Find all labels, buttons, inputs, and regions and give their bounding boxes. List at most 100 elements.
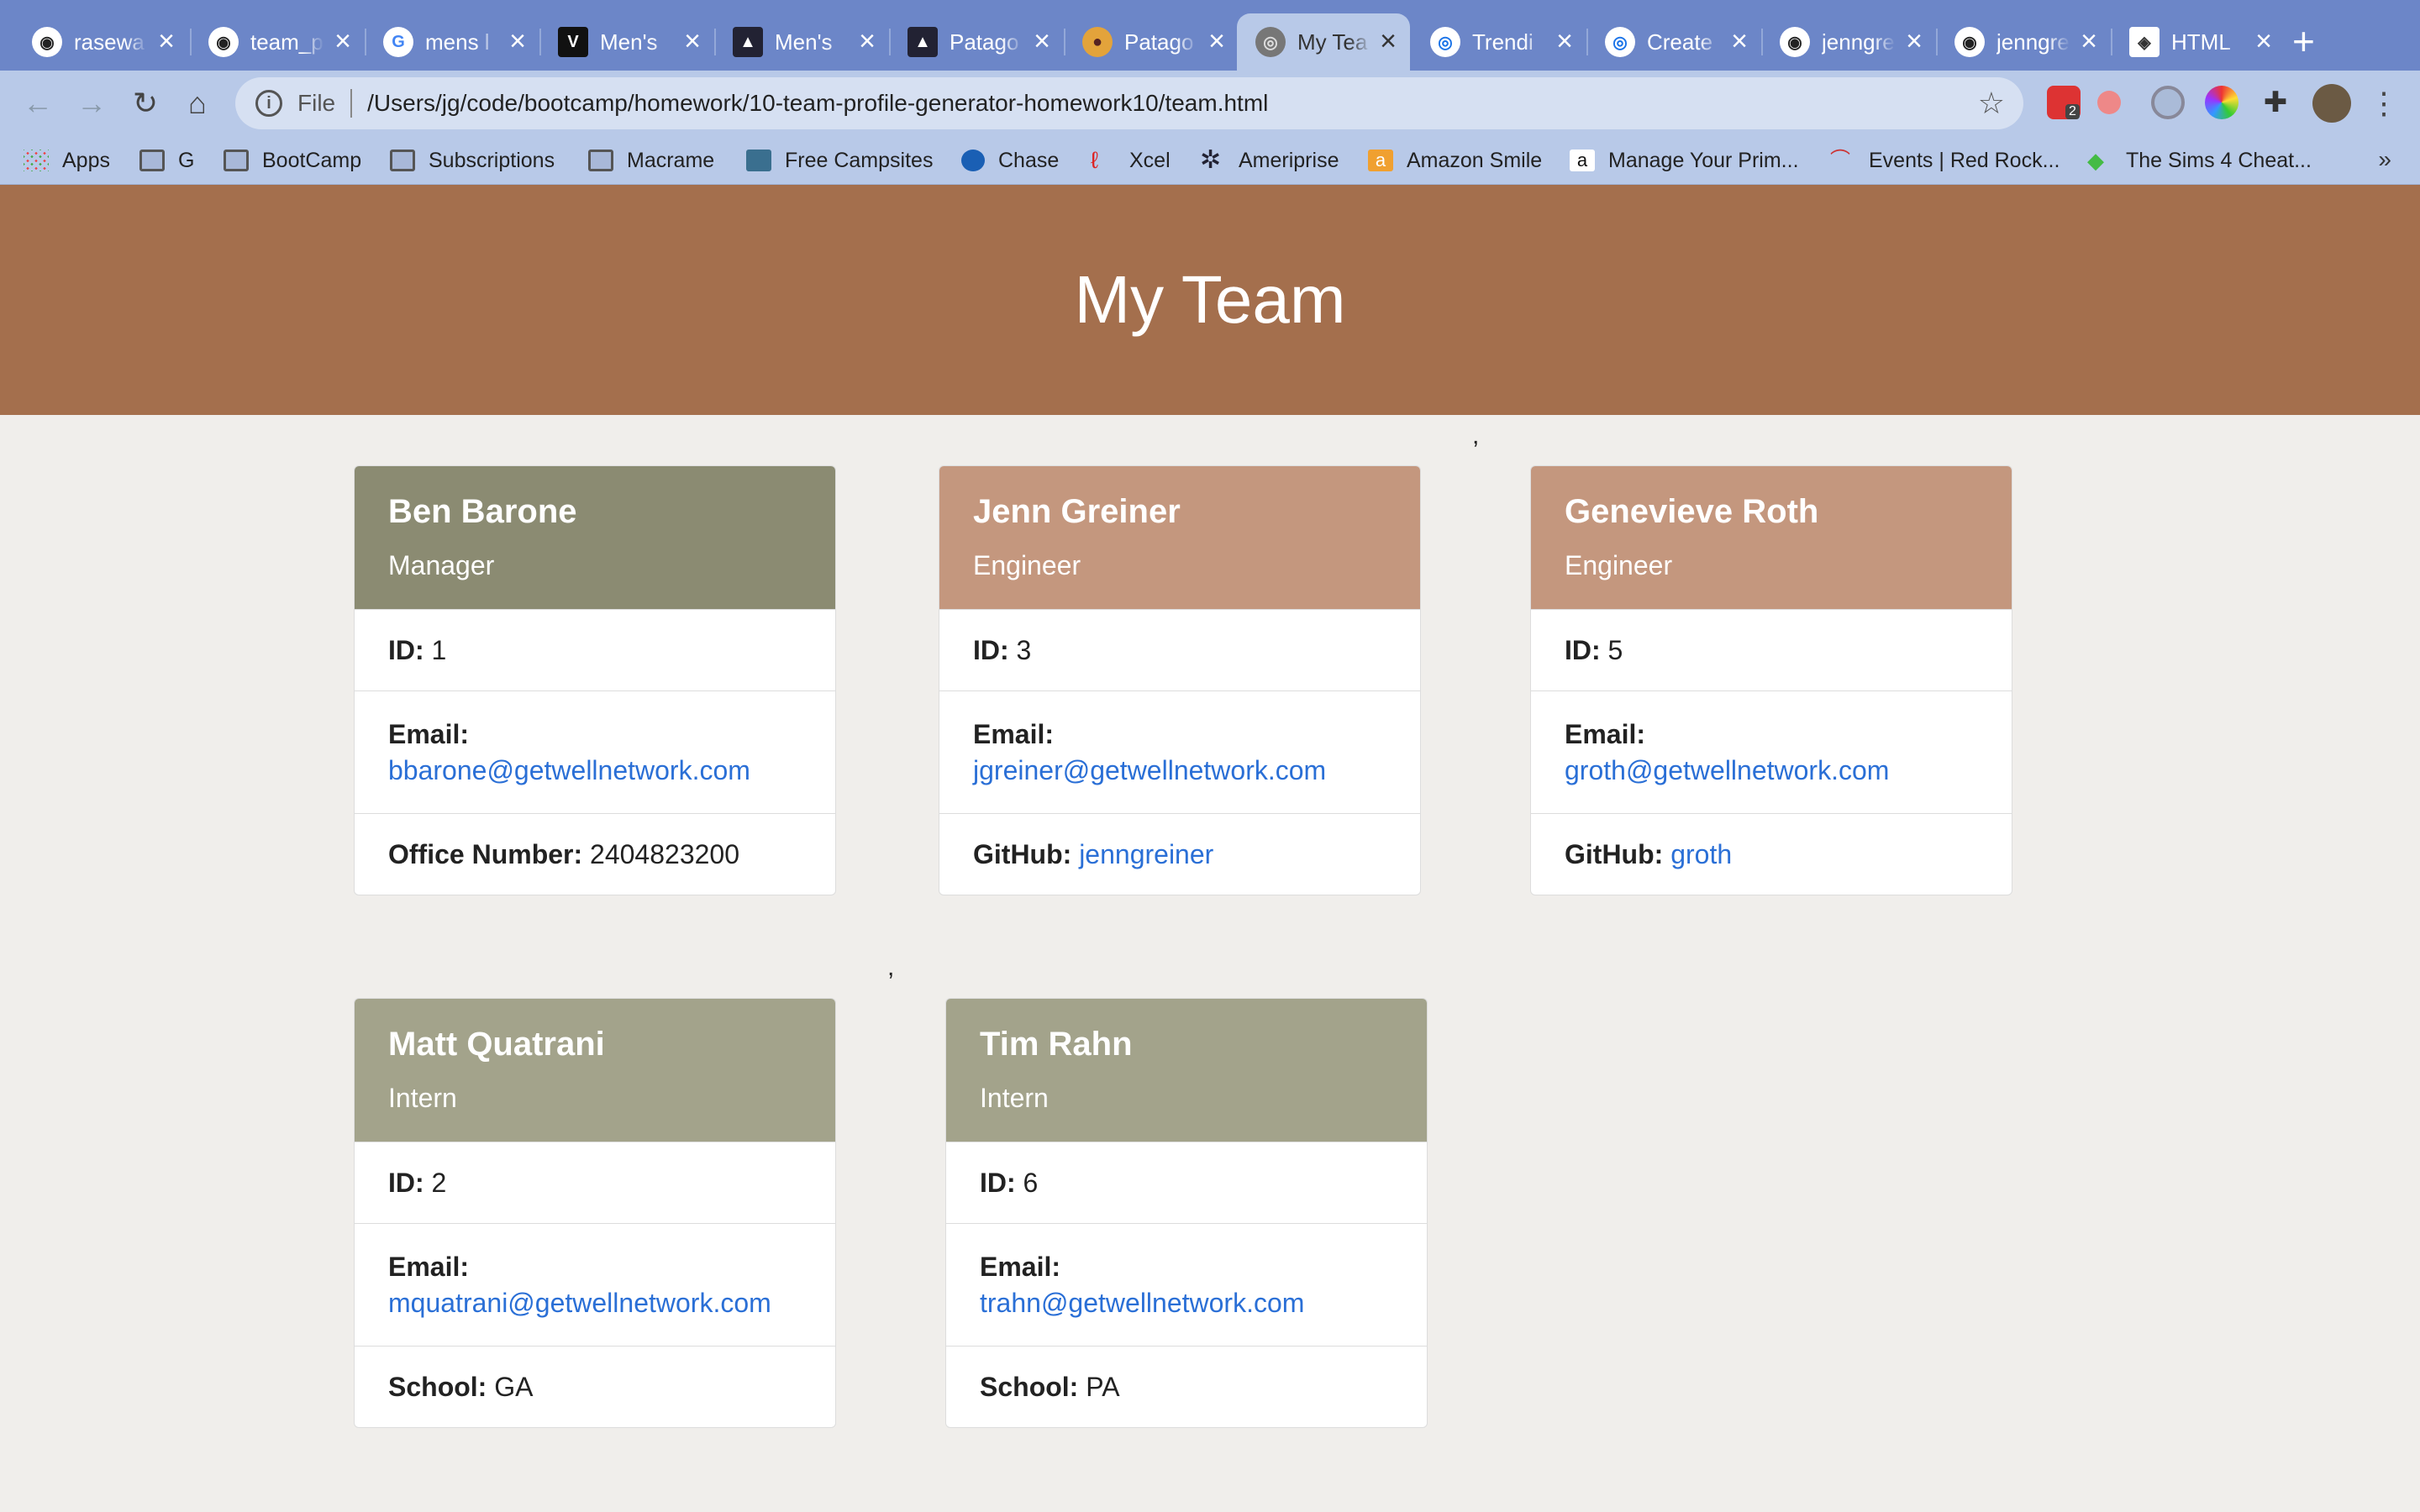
tab[interactable]: ◉ jenngre × (1936, 13, 2111, 71)
menu-kebab-icon[interactable]: ⋮ (2363, 82, 2405, 124)
employee-name: Tim Rahn (980, 1026, 1133, 1063)
close-icon[interactable]: × (2081, 27, 2097, 55)
employee-email-link[interactable]: bbarone@getwellnetwork.com (388, 755, 802, 786)
patagonia-icon: ▲ (908, 27, 938, 57)
stray-comma: , (887, 953, 895, 981)
id-label: ID: (388, 1167, 424, 1198)
email-label: Email: (388, 718, 470, 749)
bookmark-ameriprise[interactable]: ✲ Ameriprise (1200, 144, 1339, 176)
extension-record-icon[interactable] (2097, 91, 2121, 114)
new-tab-button[interactable]: + (2292, 20, 2315, 62)
close-icon[interactable]: × (2255, 27, 2272, 55)
bookmark-xcel[interactable]: ℓ Xcel (1091, 144, 1171, 176)
bookmark-folder-macrame[interactable]: Macrame (588, 144, 714, 176)
employee-email-link[interactable]: jgreiner@getwellnetwork.com (973, 755, 1386, 786)
tab-title: mens l (425, 29, 490, 55)
card-header: Ben Barone Manager (355, 466, 835, 609)
employee-role: Manager (388, 550, 495, 580)
forward-icon[interactable]: → (71, 82, 113, 124)
employee-github-link[interactable]: jenngreiner (1079, 839, 1213, 869)
tab[interactable]: ◉ rasewa × (13, 13, 188, 71)
tab-title: team_p (250, 29, 324, 55)
close-icon[interactable]: × (1034, 27, 1050, 55)
tab[interactable]: ◉ jenngre × (1761, 13, 1936, 71)
tab-title: Create (1647, 29, 1713, 55)
address-bar[interactable]: i File /Users/jg/code/bootcamp/homework/… (235, 77, 2023, 129)
amazon-icon: a (1570, 150, 1595, 171)
bookmark-folder-g[interactable]: G (139, 144, 194, 176)
employee-github-link[interactable]: groth (1670, 839, 1732, 869)
employee-name: Genevieve Roth (1565, 493, 1819, 530)
tab[interactable]: ◉ team_p × (190, 13, 365, 71)
extension-color-icon[interactable] (2205, 86, 2238, 119)
close-icon[interactable]: × (684, 27, 701, 55)
employee-name: Jenn Greiner (973, 493, 1181, 530)
tab-title: Trendi (1472, 29, 1534, 55)
close-icon[interactable]: × (1556, 27, 1573, 55)
bookmark-star-icon[interactable]: ☆ (1978, 86, 2005, 121)
tab[interactable]: G mens l × (365, 13, 539, 71)
close-icon[interactable]: × (1731, 27, 1748, 55)
tab[interactable]: V Men's × (539, 13, 714, 71)
bookmarks-overflow-button[interactable]: » (2378, 146, 2391, 173)
tab[interactable]: ▲ Patago × (889, 13, 1064, 71)
bookmark-red-rocks[interactable]: ⌒ Events | Red Rock... (1830, 144, 2060, 176)
bookmark-free-campsites[interactable]: Free Campsites (746, 144, 933, 176)
extension-calendar-icon[interactable]: 2 (2047, 86, 2081, 119)
tab-active[interactable]: ◎ My Tea × (1237, 13, 1410, 71)
page-title: My Team (1074, 262, 1346, 337)
employee-role: Engineer (1565, 550, 1673, 580)
tab-title: rasewa (74, 29, 145, 55)
close-icon[interactable]: × (158, 27, 175, 55)
sims-icon: ◆ (2087, 148, 2104, 173)
address-url[interactable]: /Users/jg/code/bootcamp/homework/10-team… (367, 90, 1268, 117)
employee-email-link[interactable]: groth@getwellnetwork.com (1565, 755, 1978, 786)
bookmark-label: Ameriprise (1239, 148, 1339, 172)
home-icon[interactable]: ⌂ (176, 82, 218, 124)
redrocks-icon: ⌒ (1830, 149, 1850, 171)
employee-email-link[interactable]: trahn@getwellnetwork.com (980, 1288, 1393, 1319)
employee-id: 3 (1016, 634, 1032, 665)
close-icon[interactable]: × (1906, 27, 1923, 55)
github-icon: ◉ (1780, 27, 1810, 57)
close-icon[interactable]: × (859, 27, 876, 55)
tab[interactable]: ◈ HTML × (2111, 13, 2286, 71)
info-icon[interactable]: i (255, 90, 282, 117)
reload-icon[interactable]: ↻ (124, 82, 166, 124)
browser-toolbar: ← → ↻ ⌂ i File /Users/jg/code/bootcamp/h… (0, 71, 2420, 136)
employee-email-link[interactable]: mquatrani@getwellnetwork.com (388, 1288, 802, 1319)
page-content: My Team , , Ben Barone Manager ID: 1 Ema… (0, 185, 2420, 1512)
email-label: Email: (388, 1251, 470, 1282)
tab[interactable]: ▲ Men's × (714, 13, 889, 71)
avatar[interactable] (2312, 84, 2351, 123)
bookmark-manage-prime[interactable]: a Manage Your Prim... (1570, 144, 1799, 176)
employee-role: Intern (388, 1083, 457, 1113)
github-icon: ◉ (208, 27, 239, 57)
github-label: GitHub: (973, 838, 1072, 869)
extension-sync-icon[interactable] (2151, 86, 2185, 119)
close-icon[interactable]: × (509, 27, 526, 55)
bookmark-folder-bootcamp[interactable]: BootCamp (224, 144, 361, 176)
back-icon[interactable]: ← (17, 82, 59, 124)
ameriprise-icon: ✲ (1200, 146, 1222, 174)
bookmark-sims-cheats[interactable]: ◆ The Sims 4 Cheat... (2087, 144, 2312, 176)
close-icon[interactable]: × (1380, 27, 1397, 55)
tab[interactable]: ◎ Trendi × (1412, 13, 1586, 71)
close-icon[interactable]: × (1208, 27, 1225, 55)
tab[interactable]: ● Patago × (1064, 13, 1239, 71)
employee-id: 6 (1023, 1167, 1039, 1198)
tab-title: Patago (950, 29, 1019, 55)
email-label: Email: (980, 1251, 1061, 1282)
close-icon[interactable]: × (334, 27, 351, 55)
github-icon: ◉ (1954, 27, 1985, 57)
github-label: GitHub: (1565, 838, 1664, 869)
bookmark-apps[interactable]: Apps (24, 144, 110, 176)
stray-comma: , (1472, 422, 1480, 449)
employee-office-row: Office Number: 2404823200 (355, 813, 835, 895)
bookmark-chase[interactable]: Chase (961, 144, 1059, 176)
employee-card-manager: Ben Barone Manager ID: 1 Email: bbarone@… (354, 465, 836, 895)
bookmark-amazon-smile[interactable]: a Amazon Smile (1368, 144, 1542, 176)
bookmark-folder-subscriptions[interactable]: Subscriptions (390, 144, 555, 176)
tab[interactable]: ◎ Create × (1586, 13, 1761, 71)
extensions-puzzle-icon[interactable]: ✚ (2259, 86, 2292, 119)
